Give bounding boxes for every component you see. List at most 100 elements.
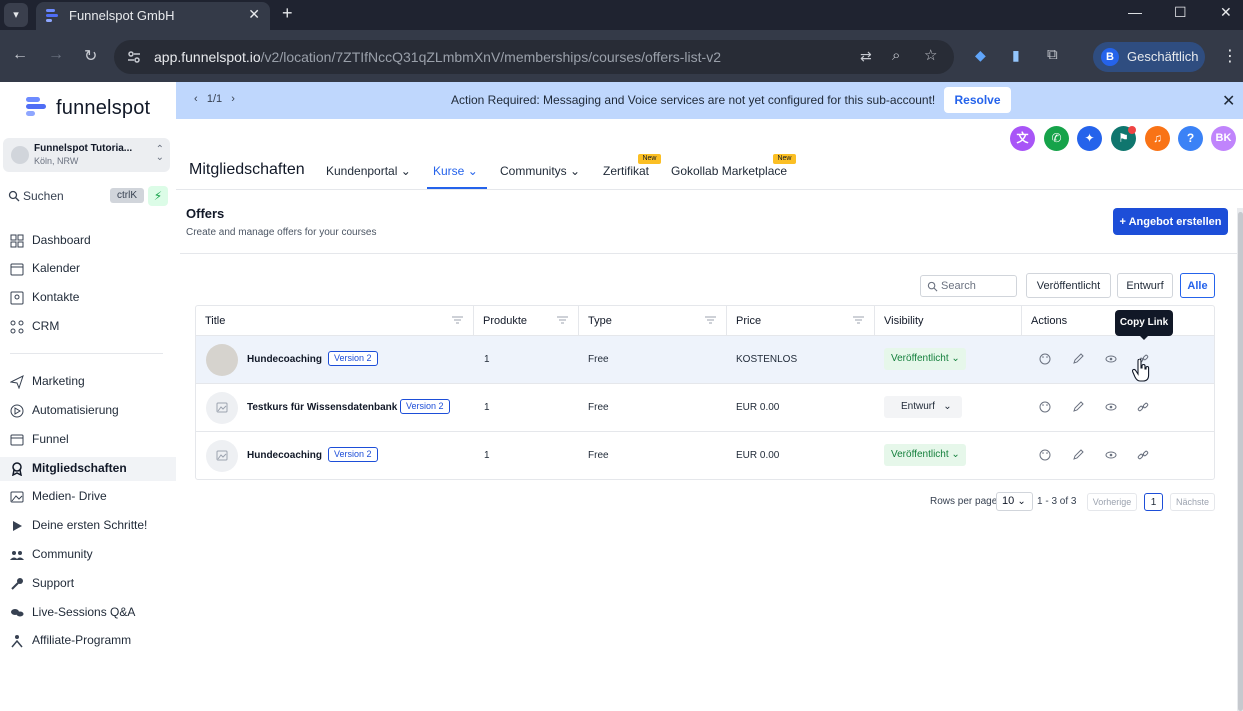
- sidebar-item-dashboard[interactable]: Dashboard: [0, 229, 176, 253]
- account-switcher[interactable]: Funnelspot Tutoria... Köln, NRW ⌃ ⌄: [3, 138, 170, 172]
- rows-per-page-select[interactable]: 10 ⌄: [996, 492, 1033, 511]
- table-row[interactable]: Hundecoaching Version 2 1 Free KOSTENLOS…: [196, 336, 1214, 384]
- preview-eye-icon[interactable]: [1105, 449, 1117, 461]
- sidebar-item-marketing[interactable]: Marketing: [0, 370, 176, 394]
- column-header-price[interactable]: Price: [727, 306, 875, 336]
- offer-title[interactable]: Testkurs für Wissensdatenbank: [247, 402, 397, 413]
- tab-kurse[interactable]: Kurse ⌄: [433, 164, 478, 178]
- visibility-dropdown[interactable]: Entwurf ⌄: [884, 396, 962, 418]
- preview-eye-icon[interactable]: [1105, 401, 1117, 413]
- column-header-produkte[interactable]: Produkte: [474, 306, 579, 336]
- banner-close-icon[interactable]: ✕: [1222, 91, 1235, 111]
- sidebar-item-community[interactable]: Community: [0, 543, 176, 567]
- products-count: 1: [484, 450, 490, 461]
- profile-button[interactable]: B Geschäftlich: [1093, 42, 1205, 72]
- sidebar-item-support[interactable]: Support: [0, 572, 176, 596]
- sidebar-item-live-sessions[interactable]: Live-Sessions Q&A: [0, 601, 176, 625]
- sidebar-item-label: Live-Sessions Q&A: [32, 605, 136, 619]
- sidebar-item-label: Support: [32, 576, 75, 590]
- sidebar-item-deine-ersten-schritte[interactable]: Deine ersten Schritte!: [0, 514, 176, 538]
- window-close-icon[interactable]: ✕: [1220, 4, 1232, 21]
- play-icon: [13, 521, 22, 531]
- preview-eye-icon[interactable]: [1105, 353, 1117, 365]
- funnelspot-favicon-icon: [46, 9, 58, 22]
- filter-published-button[interactable]: Veröffentlicht: [1026, 273, 1111, 298]
- sidebar-search[interactable]: Suchen ctrlK: [6, 186, 144, 206]
- copy-link-icon[interactable]: [1137, 449, 1149, 461]
- edit-pencil-icon[interactable]: [1072, 401, 1084, 413]
- filter-icon: [557, 316, 568, 324]
- profile-label: Geschäftlich: [1127, 49, 1199, 64]
- extension-book-icon[interactable]: ▮: [1012, 47, 1020, 64]
- tab-close-icon[interactable]: ✕: [248, 6, 260, 23]
- sidebar-item-funnel[interactable]: Funnel: [0, 428, 176, 452]
- extension-diamond-icon[interactable]: ◆: [975, 47, 986, 64]
- tab-communitys[interactable]: Communitys ⌄: [500, 164, 580, 178]
- offers-table: Title Produkte Type Price Visibility Act…: [195, 305, 1215, 480]
- sidebar-item-crm[interactable]: CRM: [0, 315, 176, 339]
- palette-icon[interactable]: [1039, 353, 1051, 365]
- extensions-puzzle-icon[interactable]: ⧉: [1047, 46, 1058, 63]
- search-placeholder: Search: [941, 280, 976, 292]
- funnelspot-logo-icon: [26, 97, 46, 116]
- sidebar-item-affiliate[interactable]: Affiliate-Programm: [0, 629, 176, 653]
- offer-title[interactable]: Hundecoaching: [247, 450, 322, 461]
- scrollbar-thumb[interactable]: [1238, 212, 1243, 711]
- sidebar-item-mitgliedschaften[interactable]: Mitgliedschaften: [0, 457, 176, 481]
- page-header: Mitgliedschaften Kundenportal ⌄ Kurse ⌄ …: [176, 148, 1243, 190]
- reload-icon[interactable]: ↻: [84, 46, 97, 66]
- browser-tab[interactable]: Funnelspot GmbH ✕: [36, 2, 270, 30]
- palette-icon[interactable]: [1039, 401, 1051, 413]
- tab-kundenportal[interactable]: Kundenportal ⌄: [326, 164, 411, 178]
- calendar-icon: [10, 263, 24, 276]
- minimize-icon[interactable]: —: [1128, 4, 1142, 20]
- column-header-title[interactable]: Title: [196, 306, 474, 336]
- previous-page-button[interactable]: Vorherige: [1087, 493, 1137, 511]
- community-icon: [10, 551, 24, 560]
- sidebar-item-medien-drive[interactable]: Medien- Drive: [0, 485, 176, 509]
- column-header-type[interactable]: Type: [579, 306, 727, 336]
- create-offer-button[interactable]: + Angebot erstellen: [1113, 208, 1228, 235]
- sidebar-item-kontakte[interactable]: Kontakte: [0, 286, 176, 310]
- bookmark-star-icon[interactable]: ☆: [924, 46, 937, 64]
- edit-pencil-icon[interactable]: [1072, 353, 1084, 365]
- products-count: 1: [484, 402, 490, 413]
- filter-all-button[interactable]: Alle: [1180, 273, 1215, 298]
- translate-icon[interactable]: ⇄: [860, 48, 872, 65]
- site-info-icon[interactable]: [126, 49, 142, 65]
- tab-gokollab-marketplace[interactable]: Gokollab Marketplace: [671, 164, 787, 178]
- sidebar-item-kalender[interactable]: Kalender: [0, 257, 176, 281]
- quick-action-bolt-icon[interactable]: ⚡: [148, 186, 168, 206]
- forward-icon[interactable]: →: [48, 46, 64, 64]
- visibility-dropdown[interactable]: Veröffentlicht ⌄: [884, 444, 966, 466]
- crm-icon: [10, 320, 24, 334]
- chevron-down-icon: ⌄: [951, 353, 960, 364]
- table-row[interactable]: Testkurs für Wissensdatenbank Version 2 …: [196, 384, 1214, 432]
- browser-menu-icon[interactable]: ⋮: [1222, 46, 1238, 66]
- action-required-banner: ‹ 1/1 › Action Required: Messaging and V…: [176, 82, 1243, 119]
- browser-tab-bar: ▾ Funnelspot GmbH ✕ + — ☐ ✕: [0, 0, 1243, 30]
- edit-pencil-icon[interactable]: [1072, 449, 1084, 461]
- page-number-button[interactable]: 1: [1144, 493, 1163, 511]
- filter-draft-button[interactable]: Entwurf: [1117, 273, 1173, 298]
- sidebar-item-automatisierung[interactable]: Automatisierung: [0, 399, 176, 423]
- sidebar-item-label: Community: [32, 547, 93, 561]
- offers-search-input[interactable]: Search: [920, 275, 1017, 297]
- zoom-icon[interactable]: ⌕: [892, 47, 900, 64]
- address-bar[interactable]: app.funnelspot.io/v2/location/7ZTIfNccQ3…: [114, 40, 954, 74]
- products-count: 1: [484, 354, 490, 365]
- new-tab-icon[interactable]: +: [282, 3, 293, 24]
- back-icon[interactable]: ←: [12, 46, 28, 64]
- copy-link-icon[interactable]: [1137, 401, 1149, 413]
- tab-search-button[interactable]: ▾: [4, 3, 28, 27]
- banner-pager[interactable]: ‹ 1/1 ›: [194, 93, 235, 105]
- visibility-dropdown[interactable]: Veröffentlicht ⌄: [884, 348, 966, 370]
- next-page-button[interactable]: Nächste: [1170, 493, 1215, 511]
- offer-title[interactable]: Hundecoaching: [247, 354, 322, 365]
- palette-icon[interactable]: [1039, 449, 1051, 461]
- tab-zertifikat[interactable]: Zertifikat: [603, 164, 649, 178]
- maximize-icon[interactable]: ☐: [1174, 4, 1187, 21]
- table-row[interactable]: Hundecoaching Version 2 1 Free EUR 0.00 …: [196, 432, 1214, 480]
- chevron-down-icon: ⌄: [570, 164, 581, 178]
- resolve-button[interactable]: Resolve: [944, 87, 1011, 113]
